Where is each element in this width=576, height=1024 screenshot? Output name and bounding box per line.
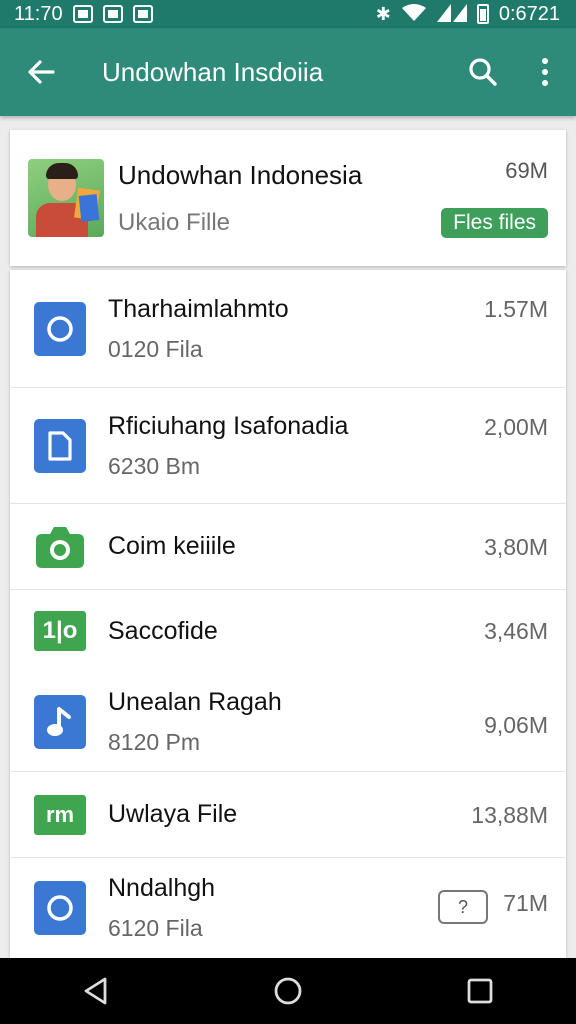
- file-size: 3,46M: [484, 618, 548, 644]
- file-size: 2,00M: [484, 414, 548, 440]
- file-size: 71M: [503, 890, 548, 916]
- document-icon: [34, 418, 86, 473]
- content-area: Undowhan Indonesia Ukaio Fille 69M Fles …: [10, 130, 566, 960]
- avatar: [28, 159, 104, 237]
- header-size: 69M: [505, 158, 548, 183]
- nav-home-button[interactable]: [248, 958, 328, 1024]
- list-item[interactable]: Coim keiiile 3,80M: [10, 504, 566, 590]
- list-item[interactable]: Unealan Ragah 8120 Pm 9,06M: [10, 672, 566, 772]
- system-nav-bar: [0, 958, 576, 1024]
- status-bar: 11:70 ✱ 0:6721: [0, 0, 576, 28]
- file-meta: 0120 Fila: [108, 335, 203, 362]
- search-button[interactable]: [452, 28, 514, 116]
- nav-back-button[interactable]: [56, 958, 136, 1024]
- back-button[interactable]: [0, 28, 82, 116]
- arrow-back-icon: [28, 60, 55, 84]
- file-meta: 6120 Fila: [108, 915, 203, 941]
- file-meta: 6230 Bm: [108, 452, 201, 479]
- free-files-badge[interactable]: Fles files: [441, 208, 548, 238]
- file-size: 9,06M: [484, 712, 548, 738]
- file-size: 3,80M: [484, 534, 548, 560]
- header-title: Undowhan Indonesia: [118, 159, 363, 190]
- status-bar-right: ✱ 0:6721: [376, 3, 560, 26]
- search-icon: [469, 58, 497, 86]
- battery-icon: [476, 4, 489, 24]
- circle-doc-icon: [34, 301, 86, 356]
- nav-recents-button[interactable]: [440, 958, 520, 1024]
- overflow-menu-button[interactable]: [514, 28, 576, 116]
- app-notification-icon: [102, 5, 123, 23]
- music-note-icon: [34, 695, 86, 749]
- file-size: 13,88M: [471, 802, 548, 828]
- edit-notification-icon: [132, 5, 153, 23]
- status-clock-right: 0:6721: [498, 2, 560, 25]
- signal-icon: [436, 3, 467, 25]
- status-time: 11:70: [14, 2, 63, 25]
- square-recents-icon: [467, 978, 493, 1004]
- spreadsheet-icon: 1|o: [34, 611, 86, 651]
- list-item[interactable]: 1|o Saccofide 3,46M: [10, 590, 566, 672]
- sheet-icon: rm: [34, 794, 86, 835]
- toolbar-title: Undowhan Insdoiia: [102, 56, 324, 87]
- file-list: Tharhaimlahmto 0120 Fila 1.57M Rficiuhan…: [10, 270, 566, 960]
- more-vert-icon: [542, 58, 548, 86]
- storage-header-card[interactable]: Undowhan Indonesia Ukaio Fille 69M Fles …: [10, 130, 566, 266]
- camera-icon: [34, 520, 86, 574]
- file-badge[interactable]: ?: [438, 890, 488, 924]
- triangle-back-icon: [84, 977, 107, 1005]
- file-size: 1.57M: [484, 296, 548, 322]
- file-name: Nndalhgh: [108, 874, 216, 902]
- list-item[interactable]: Tharhaimlahmto 0120 Fila 1.57M: [10, 270, 566, 388]
- list-item[interactable]: Nndalhgh 6120 Fila ? 71M: [10, 858, 566, 958]
- circle-home-icon: [274, 977, 302, 1005]
- app-toolbar: Undowhan Insdoiia: [0, 28, 576, 116]
- wifi-icon: [401, 3, 427, 25]
- circle-doc-icon: [34, 881, 86, 935]
- bluetooth-icon: ✱: [375, 4, 391, 24]
- status-bar-left: 11:70: [14, 3, 153, 26]
- list-item[interactable]: rm Uwlaya File 13,88M: [10, 772, 566, 858]
- list-item[interactable]: Rficiuhang Isafonadia 6230 Bm 2,00M: [10, 388, 566, 504]
- gallery-notification-icon: [72, 5, 93, 23]
- list-item-group: 1|o Saccofide 3,46M Unealan Ragah 8120 P…: [10, 590, 566, 772]
